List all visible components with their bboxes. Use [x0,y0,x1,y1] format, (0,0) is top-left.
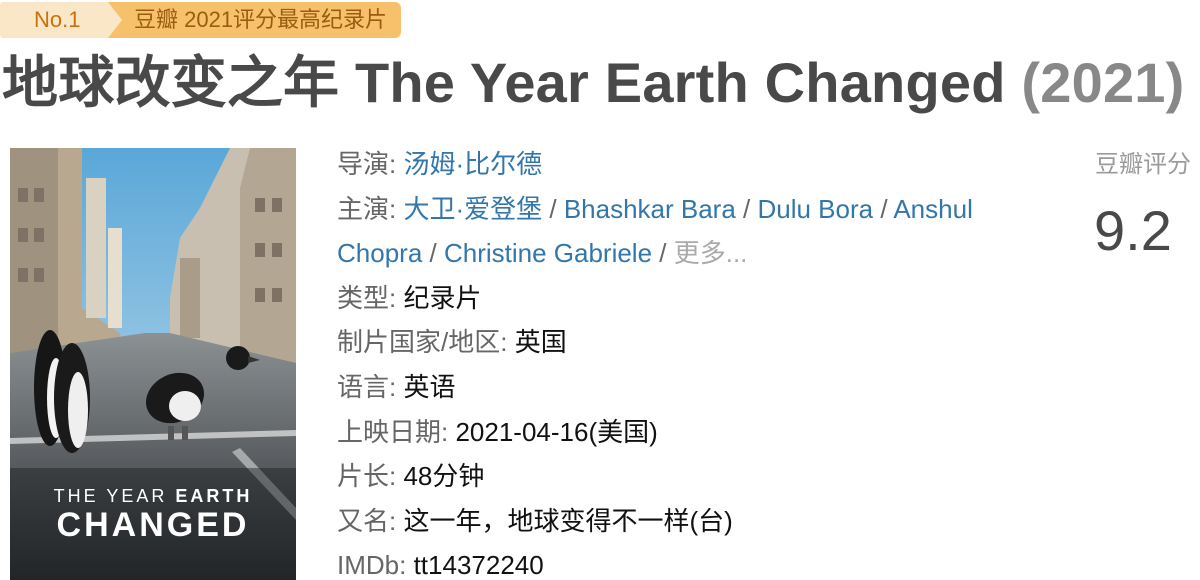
page-title: 地球改变之年 The Year Earth Changed (2021) [2,50,1184,116]
cast-separator: / [542,193,564,224]
cast-link[interactable]: 大卫·爱登堡 [403,194,542,224]
aka-value: 这一年，地球变得不一样(台) [403,505,733,536]
country-value: 英国 [514,327,567,358]
rank-number: No.1 [0,2,122,38]
release-label: 上映日期: [337,416,449,447]
poster-title-line2: CHANGED [56,506,250,544]
imdb-value: tt14372240 [413,550,544,580]
movie-info: 导演: 汤姆·比尔德 主演: 大卫·爱登堡 / Bhashkar Bara / … [337,142,1027,580]
imdb-label: IMDb: [337,550,407,580]
country-label: 制片国家/地区: [337,327,508,358]
movie-year: (2021) [1021,51,1185,114]
cast-separator: / [873,193,894,224]
cast-separator: / [422,238,444,269]
rank-title: 豆瓣 2021评分最高纪录片 [108,2,402,38]
runtime-label: 片长: [337,461,397,492]
release-value: 2021-04-16(美国) [455,416,658,447]
imdb-row: IMDb: tt14372240 [337,543,1027,580]
cast-separator: / [652,238,674,269]
director-link[interactable]: 汤姆·比尔德 [403,149,542,179]
aka-row: 又名: 这一年，地球变得不一样(台) [337,499,1027,544]
cast-link[interactable]: Bhashkar Bara [564,194,736,224]
cast-separator: / [735,193,758,224]
cast-label: 主演: [337,193,397,224]
country-row: 制片国家/地区: 英国 [337,320,1027,365]
cast-more-link[interactable]: 更多... [674,238,748,268]
movie-poster[interactable]: THE YEAR EARTH CHANGED [10,148,296,580]
language-label: 语言: [337,371,397,402]
language-value: 英语 [403,371,456,402]
genre-label: 类型: [337,282,397,313]
rating-label: 豆瓣评分 [1095,151,1191,178]
aka-label: 又名: [337,505,397,536]
cast-row: 主演: 大卫·爱登堡 / Bhashkar Bara / Dulu Bora /… [337,187,1027,276]
rating-score: 9.2 [1094,199,1172,262]
genre-value: 纪录片 [403,282,482,313]
director-label: 导演: [337,149,397,179]
runtime-value: 48分钟 [403,461,485,492]
cast-link[interactable]: Christine Gabriele [444,238,652,268]
release-row: 上映日期: 2021-04-16(美国) [337,410,1027,455]
runtime-row: 片长: 48分钟 [337,454,1027,499]
cast-link[interactable]: Dulu Bora [757,194,873,224]
language-row: 语言: 英语 [337,365,1027,410]
movie-title: 地球改变之年 The Year Earth Changed [2,51,1006,114]
poster-title-line1: THE YEAR EARTH [53,486,253,506]
genre-row: 类型: 纪录片 [337,276,1027,321]
rank-badge: No.1 豆瓣 2021评分最高纪录片 [0,2,402,38]
director-row: 导演: 汤姆·比尔德 [337,142,1027,187]
